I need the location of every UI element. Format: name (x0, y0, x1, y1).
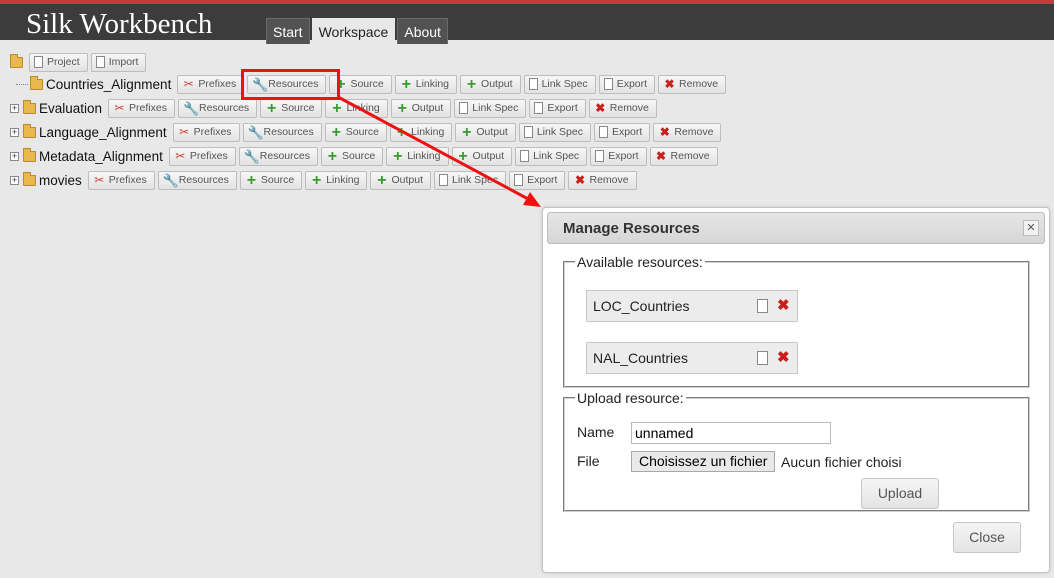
file-label: File (577, 453, 600, 469)
delete-resource-icon[interactable]: ✖ (777, 348, 790, 366)
upload-resource-fieldset: Upload resource: Name File Choisissez un… (563, 390, 1030, 512)
resource-item: LOC_Countries ✖ (586, 290, 798, 322)
delete-resource-icon[interactable]: ✖ (777, 296, 790, 314)
upload-button[interactable]: Upload (861, 478, 939, 509)
download-resource-icon[interactable] (757, 299, 768, 313)
manage-resources-dialog: Manage Resources ✕ Available resources: … (542, 207, 1050, 573)
close-button[interactable]: Close (953, 522, 1021, 553)
available-resources-fieldset: Available resources: LOC_Countries ✖ NAL… (563, 254, 1030, 388)
download-resource-icon[interactable] (757, 351, 768, 365)
file-status-text: Aucun fichier choisi (781, 454, 902, 470)
resource-name-input[interactable] (631, 422, 831, 444)
resource-name: NAL_Countries (593, 350, 688, 366)
name-label: Name (577, 424, 615, 440)
available-resources-legend: Available resources: (577, 254, 703, 270)
upload-resource-legend: Upload resource: (577, 390, 684, 406)
resource-item: NAL_Countries ✖ (586, 342, 798, 374)
dialog-close-icon[interactable]: ✕ (1023, 220, 1039, 236)
dialog-titlebar: Manage Resources ✕ (547, 212, 1045, 244)
choose-file-button[interactable]: Choisissez un fichier (631, 451, 776, 472)
resource-name: LOC_Countries (593, 298, 690, 314)
dialog-title: Manage Resources (563, 220, 700, 237)
